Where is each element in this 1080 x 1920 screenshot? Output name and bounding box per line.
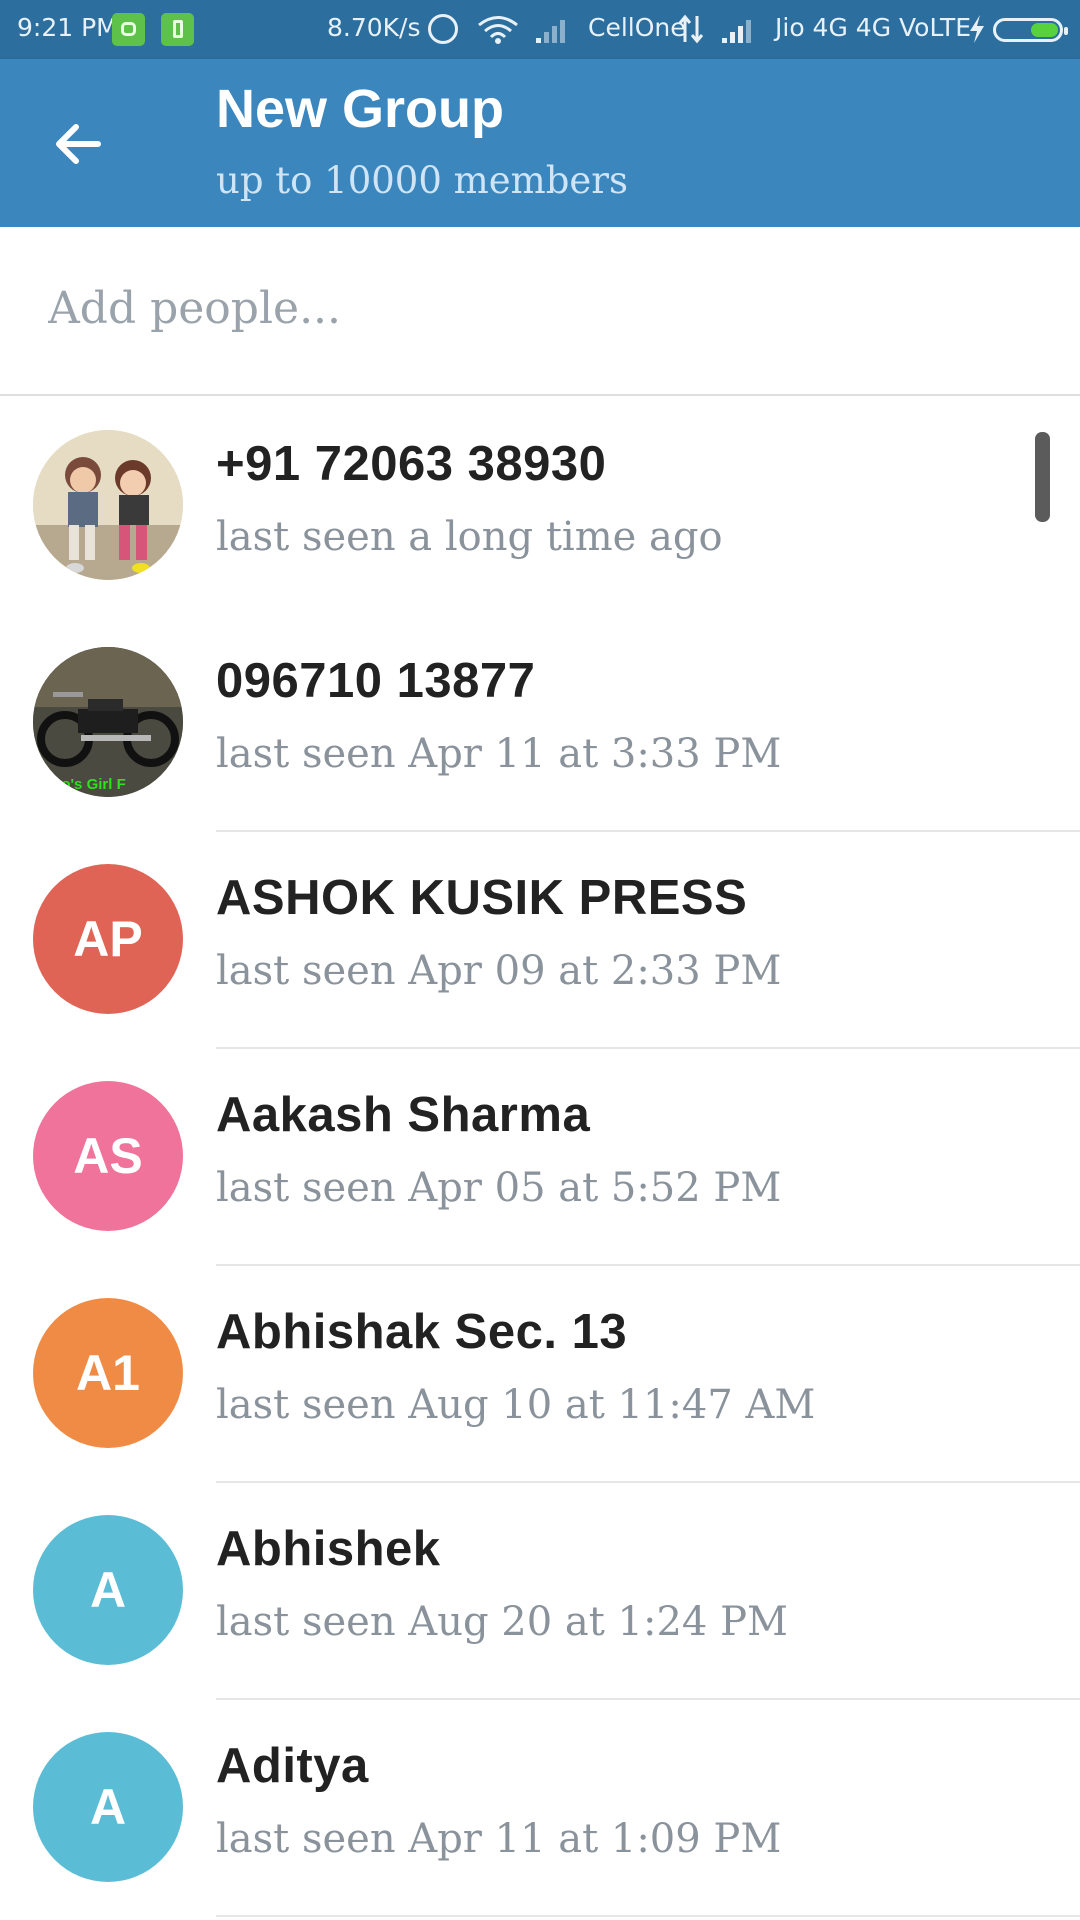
contact-name: Aakash Sharma bbox=[216, 1088, 591, 1142]
contact-last-seen: last seen Apr 09 at 2:33 PM bbox=[216, 948, 782, 994]
contact-row[interactable]: +91 72063 38930 last seen a long time ag… bbox=[0, 398, 1080, 615]
children-photo-image bbox=[33, 430, 183, 580]
android-icon bbox=[112, 13, 145, 46]
contact-name: 096710 13877 bbox=[216, 654, 536, 708]
signal-icon bbox=[722, 20, 751, 43]
contact-last-seen: last seen Aug 10 at 11:47 AM bbox=[216, 1382, 816, 1428]
contact-last-seen: last seen Aug 20 at 1:24 PM bbox=[216, 1599, 788, 1645]
contact-row[interactable]: AS Aakash Sharma last seen Apr 05 at 5:5… bbox=[0, 1049, 1080, 1266]
alarm-icon bbox=[428, 14, 458, 44]
scrollbar-thumb[interactable] bbox=[1035, 432, 1050, 522]
contact-name: ASHOK KUSIK PRESS bbox=[216, 871, 748, 925]
page-subtitle: up to 10000 members bbox=[216, 159, 628, 202]
status-time: 9:21 PM bbox=[17, 13, 118, 42]
contact-name: Abhishak Sec. 13 bbox=[216, 1305, 628, 1359]
avatar: A bbox=[33, 1732, 183, 1882]
contact-row[interactable]: A Abhishek last seen Aug 20 at 1:24 PM bbox=[0, 1483, 1080, 1700]
avatar: A1 bbox=[33, 1298, 183, 1448]
wifi-icon bbox=[478, 16, 518, 44]
contact-name: Aditya bbox=[216, 1739, 369, 1793]
network-speed: 8.70K/s bbox=[327, 13, 421, 42]
signal-icon bbox=[536, 20, 565, 43]
back-arrow-icon[interactable] bbox=[48, 114, 108, 174]
avatar bbox=[33, 430, 183, 580]
add-people-bar bbox=[0, 227, 1080, 396]
divider bbox=[216, 1915, 1080, 1917]
app-bar: New Group up to 10000 members bbox=[0, 59, 1080, 227]
avatar: ono's Girl F bbox=[33, 647, 183, 797]
motorcycle-photo-image: ono's Girl F bbox=[33, 647, 183, 797]
status-bar: 9:21 PM 8.70K/s CellOne Jio 4G 4G VoLTE bbox=[0, 0, 1080, 59]
contact-last-seen: last seen Apr 11 at 3:33 PM bbox=[216, 731, 782, 777]
contact-name: +91 72063 38930 bbox=[216, 437, 607, 491]
avatar: AP bbox=[33, 864, 183, 1014]
contact-last-seen: last seen a long time ago bbox=[216, 514, 723, 560]
battery-icon bbox=[993, 18, 1068, 42]
avatar: A bbox=[33, 1515, 183, 1665]
battery-saver-icon bbox=[161, 13, 194, 46]
carrier-1: CellOne bbox=[588, 13, 686, 42]
contact-name: Abhishek bbox=[216, 1522, 441, 1576]
contact-row[interactable]: A1 Abhishak Sec. 13 last seen Aug 10 at … bbox=[0, 1266, 1080, 1483]
contact-row[interactable]: AP ASHOK KUSIK PRESS last seen Apr 09 at… bbox=[0, 832, 1080, 1049]
contact-last-seen: last seen Apr 05 at 5:52 PM bbox=[216, 1165, 782, 1211]
add-people-input[interactable] bbox=[48, 273, 1028, 343]
contact-last-seen: last seen Apr 11 at 1:09 PM bbox=[216, 1816, 782, 1862]
page-title: New Group bbox=[216, 79, 505, 139]
data-arrows-icon bbox=[678, 14, 704, 44]
avatar: AS bbox=[33, 1081, 183, 1231]
avatar-caption: ono's Girl F bbox=[43, 776, 126, 793]
charging-bolt-icon bbox=[970, 15, 984, 43]
contact-row[interactable]: A Aditya last seen Apr 11 at 1:09 PM bbox=[0, 1700, 1080, 1917]
contact-row[interactable]: ono's Girl F 096710 13877 last seen Apr … bbox=[0, 615, 1080, 832]
contact-list[interactable]: +91 72063 38930 last seen a long time ag… bbox=[0, 398, 1080, 1920]
carrier-2: Jio 4G 4G VoLTE bbox=[775, 13, 972, 42]
